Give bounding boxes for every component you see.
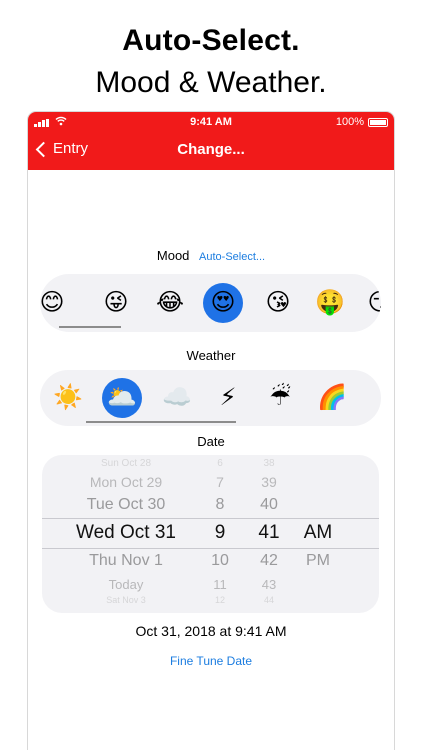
picker-ampm: PM: [306, 552, 330, 569]
picker-date: Sun Oct 28: [100, 458, 152, 469]
picker-date: Sat Nov 3: [106, 595, 146, 605]
phone-screen: 9:41 AM 100% Entry Change... Mood Auto-S…: [28, 112, 394, 750]
mood-option-6[interactable]: 😏: [360, 283, 381, 323]
weather-scroll-indicator: [86, 421, 236, 423]
selected-date-summary: Oct 31, 2018 at 9:41 AM: [135, 623, 287, 639]
battery-percent: 100%: [335, 116, 364, 128]
picker-hour: 7: [216, 474, 224, 490]
picker-selection-top-line: [42, 518, 379, 519]
mood-option-0[interactable]: 😊: [40, 283, 72, 323]
weather-option-umbrella-rain-icon[interactable]: ☔: [260, 378, 300, 418]
date-label: Date: [197, 434, 225, 449]
weather-selector[interactable]: ☀️ 🌥️ ☁️ ⚡ ☔ 🌈: [40, 370, 381, 426]
promo-header: Auto-Select. Mood & Weather.: [0, 0, 422, 112]
picker-minute: 42: [260, 552, 278, 569]
weather-label: Weather: [186, 348, 236, 363]
picker-hour: 11: [213, 577, 227, 592]
promo-title: Auto-Select.: [122, 24, 300, 57]
mood-option-5[interactable]: 🤑: [310, 283, 350, 323]
weather-option-sun-behind-cloud-icon[interactable]: 🌥️: [102, 378, 142, 418]
fine-tune-date-button[interactable]: Fine Tune Date: [28, 654, 394, 668]
mood-option-2[interactable]: 😂: [150, 283, 190, 323]
status-bar: 9:41 AM 100%: [28, 116, 394, 130]
picker-minute: 38: [263, 458, 275, 469]
picker-selection-bottom-line: [42, 548, 379, 549]
mood-selector[interactable]: 😊 😜 😂 😍 😘 🤑 😏: [40, 274, 381, 332]
picker-minute: 40: [260, 496, 278, 513]
mood-label: Mood: [156, 248, 190, 263]
mood-option-3[interactable]: 😍: [203, 283, 243, 323]
picker-hour: 10: [211, 552, 229, 569]
weather-option-lightning-icon[interactable]: ⚡: [208, 378, 248, 418]
picker-date: Mon Oct 29: [89, 474, 163, 490]
picker-date: Tue Oct 30: [86, 496, 166, 513]
picker-date: Thu Nov 1: [89, 552, 163, 569]
picker-hour: 8: [215, 496, 225, 513]
picker-date: Wed Oct 31: [76, 522, 176, 543]
auto-select-button[interactable]: Auto-Select...: [199, 251, 265, 263]
mood-header: Mood Auto-Select...: [28, 248, 394, 263]
nav-title: Change...: [177, 141, 245, 158]
weather-option-sun-icon[interactable]: ☀️: [48, 378, 88, 418]
picker-ampm: AM: [303, 522, 333, 543]
picker-minute: 43: [261, 577, 277, 592]
picker-date: Today: [108, 577, 144, 592]
navigation-bar: 9:41 AM 100% Entry Change...: [28, 112, 394, 170]
picker-hour: 12: [214, 595, 225, 605]
picker-minute: 41: [258, 522, 280, 543]
picker-minute: 44: [263, 595, 274, 605]
promo-subtitle: Mood & Weather.: [95, 66, 327, 99]
mood-option-4[interactable]: 😘: [258, 283, 298, 323]
picker-hour: 6: [217, 458, 223, 469]
battery-icon: [368, 118, 388, 127]
weather-option-rainbow-icon[interactable]: 🌈: [312, 378, 352, 418]
picker-hour: 9: [214, 522, 226, 543]
mood-option-1[interactable]: 😜: [96, 283, 136, 323]
date-time-picker[interactable]: Sun Oct 28 6 38 Mon Oct 29 7 39 Tue Oct 30 8 40 W…: [42, 455, 379, 613]
weather-option-cloud-icon[interactable]: ☁️: [157, 378, 197, 418]
picker-minute: 39: [261, 474, 277, 490]
mood-scroll-indicator: [59, 326, 121, 328]
